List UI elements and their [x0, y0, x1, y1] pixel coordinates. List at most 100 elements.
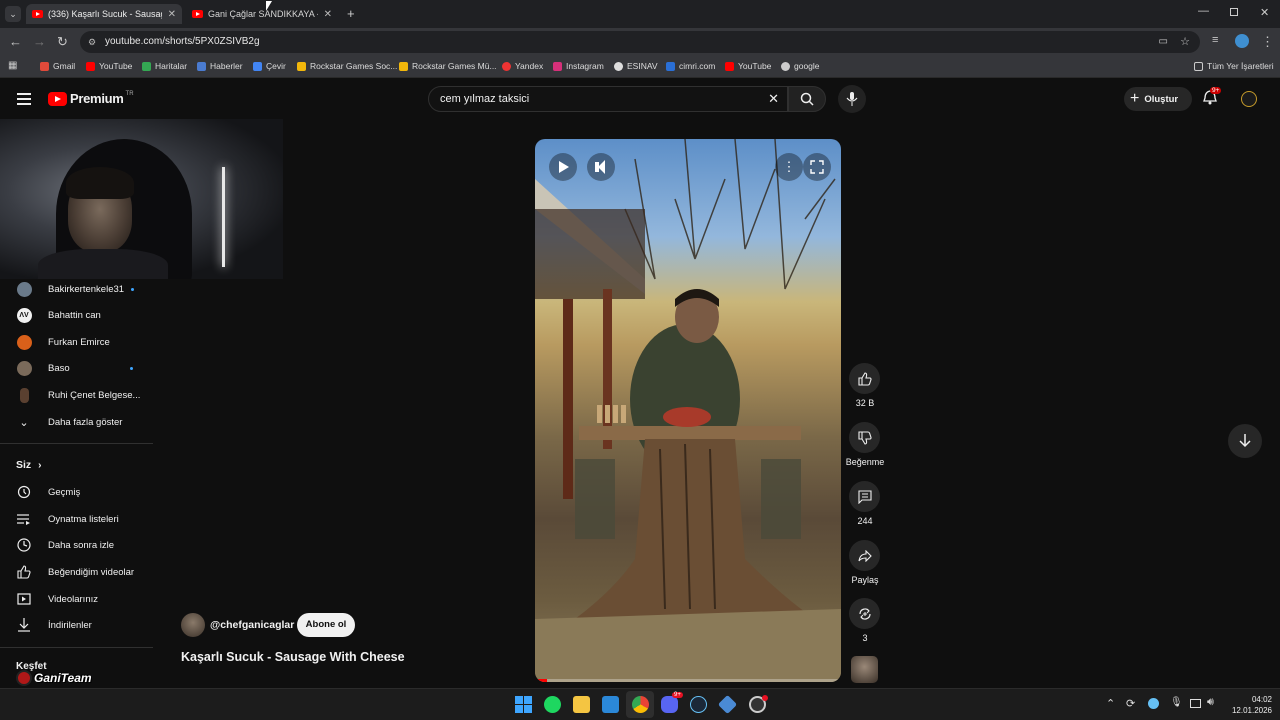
show-more-label: Daha fazla göster: [48, 416, 123, 428]
clock[interactable]: 04:02 12.01.2026: [1226, 694, 1272, 716]
sound-thumbnail[interactable]: [851, 656, 878, 683]
new-tab-button[interactable]: +: [347, 6, 355, 21]
play-button[interactable]: [549, 153, 577, 181]
mute-button[interactable]: [587, 153, 615, 181]
install-app-icon[interactable]: ▭: [1159, 31, 1168, 53]
search-input[interactable]: cem yılmaz taksici ✕: [428, 86, 788, 112]
bookmark-cimri[interactable]: cimri.com: [666, 61, 715, 71]
bookmark-google[interactable]: google: [781, 61, 820, 71]
subscription-item[interactable]: Baso: [0, 355, 155, 381]
logo-emblem-icon: [16, 670, 32, 686]
you-section-header[interactable]: Siz ›: [16, 459, 41, 471]
bookmark-youtube[interactable]: YouTube: [86, 61, 132, 71]
clear-search-icon[interactable]: ✕: [768, 87, 779, 111]
close-tab-icon[interactable]: ✕: [168, 9, 176, 20]
shorts-player[interactable]: ⋮: [535, 139, 841, 682]
plus-icon: +: [1130, 90, 1140, 107]
youtube-play-logo-icon: [48, 91, 67, 106]
bookmark-instagram[interactable]: Instagram: [553, 61, 604, 71]
back-arrow-icon[interactable]: ←: [9, 34, 22, 49]
hamburger-menu-icon[interactable]: [17, 93, 31, 105]
sidebar-item-history[interactable]: Geçmiş: [0, 479, 155, 505]
channel-handle[interactable]: @chefganicaglar: [210, 619, 294, 631]
browser-tab[interactable]: Gani Çağlar SANDIKKAYA - You ✕: [186, 4, 338, 24]
chevron-right-icon: ›: [38, 460, 42, 471]
windows-start-icon[interactable]: [515, 696, 532, 713]
bookmark-rockstar-social[interactable]: Rockstar Games Soc...: [297, 61, 397, 71]
bookmark-haberler[interactable]: Haberler: [197, 61, 243, 71]
media-control-icon[interactable]: ≡: [1212, 34, 1218, 46]
monitor-tray-icon[interactable]: [1190, 699, 1201, 708]
browser-tab-active[interactable]: (336) Kaşarlı Sucuk - Sausage W ✕: [26, 4, 182, 24]
voice-search-button[interactable]: [838, 85, 866, 113]
you-title: Siz: [16, 459, 32, 471]
bookmark-gmail[interactable]: Gmail: [40, 61, 75, 71]
show-more-button[interactable]: ⌄ Daha fazla göster: [0, 409, 155, 435]
microsoft-store-icon[interactable]: [602, 696, 619, 713]
tab-search-button[interactable]: ⌄: [5, 6, 21, 22]
sidebar-item-your-videos[interactable]: Videolarınız: [0, 586, 155, 612]
close-window-button[interactable]: ✕: [1260, 6, 1269, 19]
notifications-button[interactable]: 9+: [1203, 87, 1222, 110]
progress-bar[interactable]: [535, 679, 841, 682]
subscription-item[interactable]: Bakirkertenkele31: [0, 276, 155, 302]
account-avatar[interactable]: [1241, 91, 1257, 107]
yandex-icon: [502, 61, 511, 71]
share-button[interactable]: [849, 540, 880, 571]
share-icon: [857, 549, 872, 562]
steam-icon[interactable]: [690, 696, 707, 713]
address-bar[interactable]: ⚙ youtube.com/shorts/5PX0ZSIVB2g ▭ ☆: [80, 31, 1200, 53]
apps-grid-icon[interactable]: ▦: [8, 60, 17, 71]
file-explorer-icon[interactable]: [573, 696, 590, 713]
sidebar-item-watch-later[interactable]: Daha sonra izle: [0, 532, 155, 558]
subscription-item[interactable]: Furkan Emirce: [0, 329, 155, 355]
subscription-item[interactable]: ΛV Bahattin can: [0, 302, 155, 328]
create-button[interactable]: + Oluştur: [1124, 87, 1192, 111]
channel-avatar: [16, 334, 32, 350]
spotify-icon[interactable]: [544, 696, 561, 713]
bookmark-star-icon[interactable]: ☆: [1180, 31, 1190, 53]
youtube-logo[interactable]: Premium TR: [48, 91, 134, 106]
bookmark-haritalar[interactable]: Haritalar: [142, 61, 187, 71]
sidebar-item-downloads[interactable]: İndirilenler: [0, 612, 155, 638]
volume-tray-icon[interactable]: 🔊︎: [1207, 696, 1214, 709]
site-info-icon[interactable]: ⚙: [88, 31, 96, 53]
webcam-overlay: [0, 119, 283, 279]
next-video-button[interactable]: [1228, 424, 1262, 458]
bookmarks-bar: ▦ Gmail YouTube Haritalar Haberler Çevir…: [0, 56, 1280, 78]
subscription-item[interactable]: Ruhi Çenet Belgese...: [0, 382, 155, 408]
sidebar-item-playlists[interactable]: Oynatma listeleri: [0, 506, 155, 532]
minimize-window-button[interactable]: —: [1198, 5, 1209, 17]
restore-window-button[interactable]: [1230, 8, 1238, 16]
profile-avatar[interactable]: [1235, 34, 1249, 48]
more-options-button[interactable]: ⋮: [775, 153, 803, 181]
reload-icon[interactable]: ↻: [57, 34, 68, 50]
close-tab-icon[interactable]: ✕: [324, 9, 332, 20]
browser-menu-icon[interactable]: ⋮: [1261, 34, 1274, 50]
bookmark-yandex[interactable]: Yandex: [502, 61, 543, 71]
remix-button[interactable]: [849, 598, 880, 629]
chrome-icon[interactable]: [632, 696, 649, 713]
subscribe-button[interactable]: Abone ol: [297, 613, 355, 637]
dislike-button[interactable]: [849, 422, 880, 453]
bookmark-youtube-2[interactable]: YouTube: [725, 61, 771, 71]
network-app-icon[interactable]: [717, 694, 738, 715]
bookmark-esinav[interactable]: ESINAV: [614, 61, 658, 71]
sidebar-item-liked-videos[interactable]: Beğendiğim videolar: [0, 559, 155, 585]
bookmark-rockstar-music[interactable]: Rockstar Games Mü...: [399, 61, 497, 71]
chevron-up-icon[interactable]: ⌃: [1106, 697, 1115, 710]
bookmark-cevir[interactable]: Çevir: [253, 61, 286, 71]
sync-icon[interactable]: ⟳: [1126, 697, 1135, 710]
steam-tray-icon[interactable]: [1148, 698, 1159, 709]
subscription-label: Furkan Emirce: [48, 336, 110, 348]
channel-avatar-large[interactable]: [181, 613, 205, 637]
search-button[interactable]: [788, 86, 826, 112]
microphone-tray-icon[interactable]: 🎙︎: [1170, 697, 1183, 708]
discord-icon[interactable]: [661, 696, 678, 713]
like-button[interactable]: [849, 363, 880, 394]
new-content-dot: [131, 287, 135, 291]
all-bookmarks-folder[interactable]: Tüm Yer İşaretleri: [1194, 61, 1274, 71]
comments-button[interactable]: [849, 481, 880, 512]
fullscreen-button[interactable]: [803, 153, 831, 181]
forward-arrow-icon[interactable]: →: [33, 34, 46, 49]
